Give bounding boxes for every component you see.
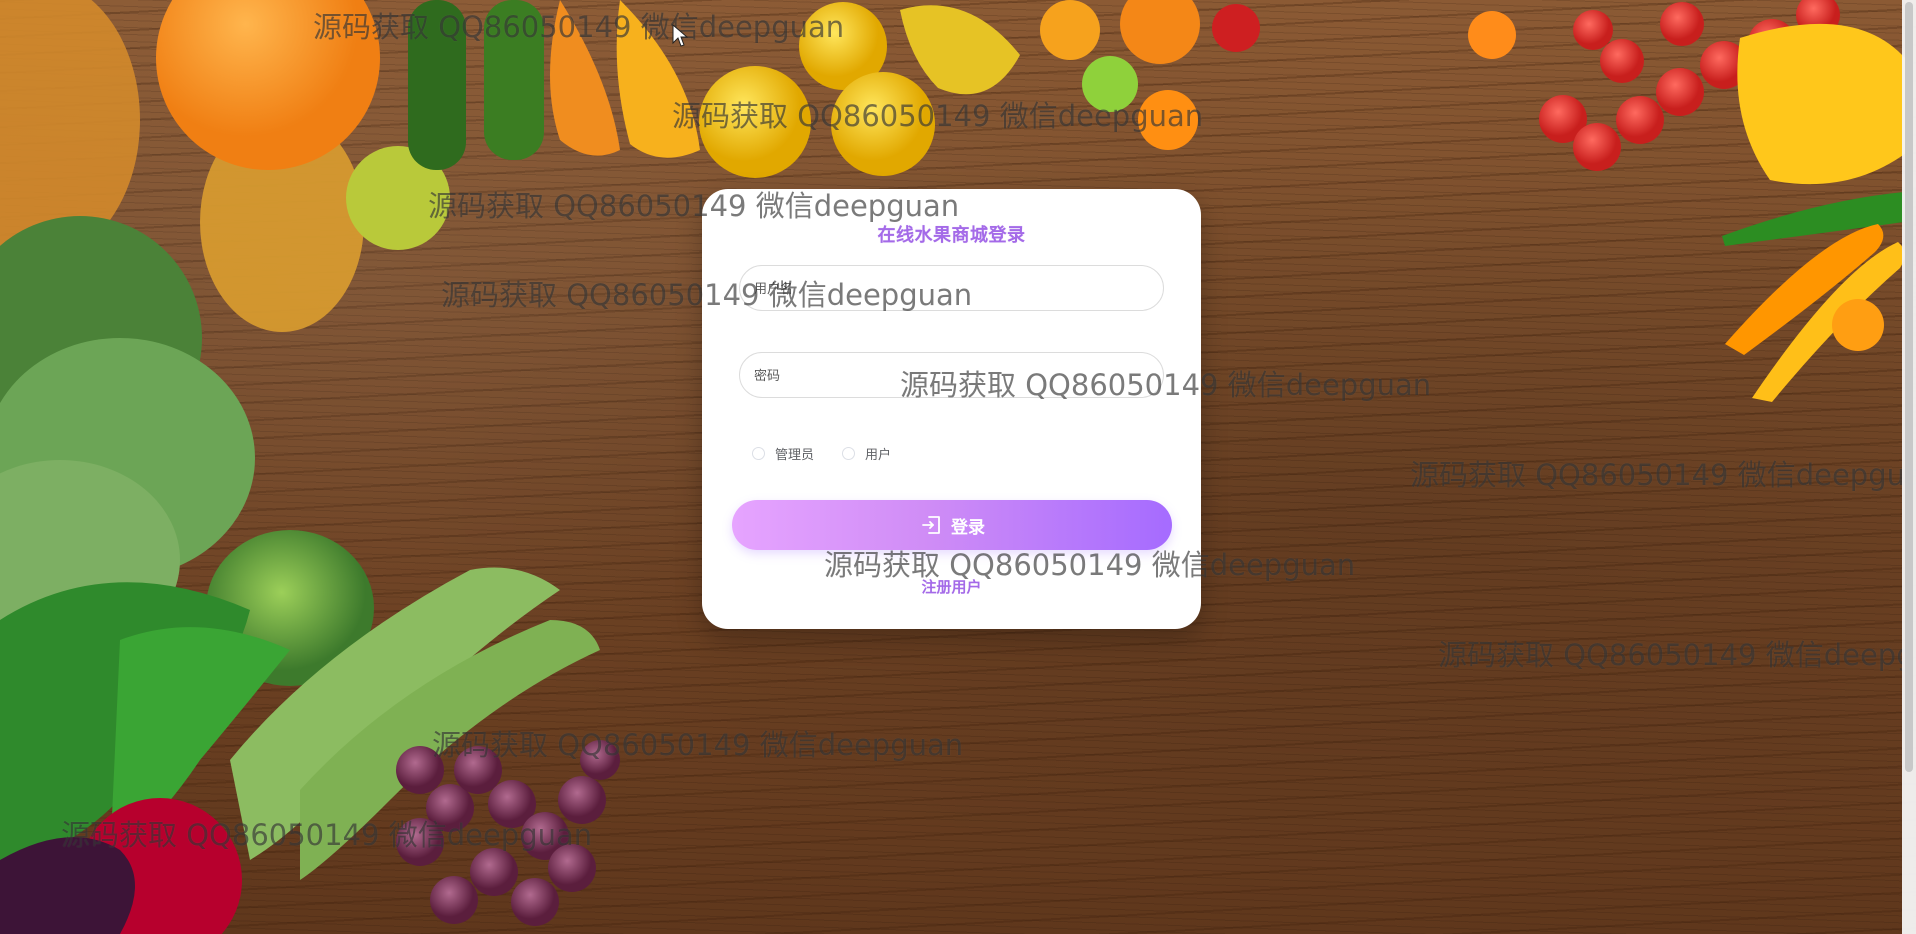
- login-card: 在线水果商城登录 管理员 用户: [702, 189, 1201, 629]
- username-field-wrapper: [739, 265, 1164, 311]
- register-link[interactable]: 注册用户: [702, 576, 1201, 597]
- login-button[interactable]: 登录: [732, 500, 1172, 550]
- role-admin-label: 管理员: [775, 448, 815, 463]
- login-button-label: 登录: [951, 517, 985, 537]
- login-page: 在线水果商城登录 管理员 用户: [0, 0, 1916, 934]
- role-user-option[interactable]: 用户: [842, 444, 891, 463]
- username-input[interactable]: [740, 266, 1163, 310]
- password-input[interactable]: [740, 353, 1163, 397]
- password-field-wrapper: [739, 352, 1164, 398]
- radio-user[interactable]: [842, 447, 856, 460]
- role-user-label: 用户: [865, 448, 892, 463]
- role-selector: 管理员 用户: [752, 444, 891, 463]
- login-icon: [919, 513, 943, 537]
- login-title: 在线水果商城登录: [877, 225, 1026, 246]
- mouse-pointer-icon: [672, 24, 688, 47]
- radio-admin[interactable]: [752, 447, 765, 460]
- scrollbar-thumb[interactable]: [1905, 2, 1913, 772]
- role-admin-option[interactable]: 管理员: [752, 444, 814, 463]
- vertical-scrollbar[interactable]: [1902, 0, 1916, 934]
